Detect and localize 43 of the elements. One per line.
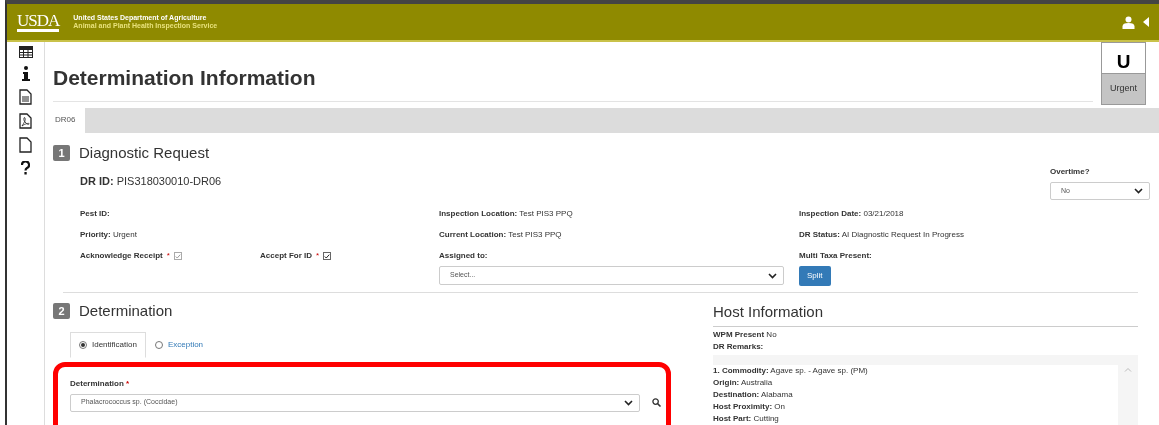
checkbox-label: Accept For ID: [260, 250, 312, 262]
split-button[interactable]: Split: [799, 266, 831, 286]
radio-tab[interactable]: Exception: [145, 331, 213, 358]
radio-tab[interactable]: Identification: [70, 331, 146, 358]
page-title: Determination Information: [53, 62, 1093, 102]
section-number: 1: [53, 144, 70, 161]
section-title: Host Information: [713, 301, 1138, 327]
pdf-icon[interactable]: [19, 113, 32, 129]
section-number: 2: [53, 303, 70, 320]
priority-label: Urgent: [1102, 73, 1145, 104]
info-icon[interactable]: [21, 66, 30, 81]
logo: USDA: [17, 12, 60, 32]
field-label: Assigned to:: [439, 250, 489, 262]
field-label: Multi Taxa Present:: [799, 250, 873, 262]
required-mark: *: [316, 250, 320, 262]
table-icon[interactable]: [18, 46, 33, 58]
document-icon[interactable]: [19, 89, 32, 105]
field-text: 1. Commodity: Agave sp. - Agave sp. (PM): [713, 364, 1118, 377]
field-text: Inspection Location: Test PIS3 PPQ: [439, 208, 574, 220]
collapse-arrow-icon[interactable]: [1143, 17, 1149, 27]
chevron-down-icon: [1134, 188, 1143, 194]
checkbox[interactable]: [323, 252, 332, 260]
field-text: Priority: Urgent: [80, 229, 138, 241]
field-text: Inspection Date: 03/21/2018: [799, 208, 905, 220]
search-icon[interactable]: [652, 398, 661, 407]
section-title: Determination: [79, 301, 173, 321]
field-text: DR Status: AI Diagnostic Request In Progress: [799, 229, 965, 241]
field-text: DR Remarks:: [713, 340, 765, 353]
chevron-down-icon: [768, 272, 777, 279]
field-label: Overtime?: [1050, 166, 1091, 178]
section-title: Diagnostic Request: [79, 142, 210, 163]
field-text: Current Location: Test PIS3 PPQ: [439, 229, 563, 241]
field-text: WPM Present No: [713, 328, 778, 341]
required-mark: *: [166, 250, 170, 262]
help-icon[interactable]: [21, 161, 30, 175]
field-label: Determination *: [70, 377, 131, 390]
chevron-down-icon: [624, 399, 633, 406]
checkbox-label: Acknowledge Receipt: [80, 250, 163, 262]
dr-id: DR ID: PIS318030010-DR06: [80, 174, 222, 189]
field-text: Pest ID:: [80, 208, 111, 220]
user-icon[interactable]: [1122, 15, 1135, 29]
tab[interactable]: DR06: [45, 107, 86, 133]
blank-page-icon[interactable]: [19, 137, 32, 153]
